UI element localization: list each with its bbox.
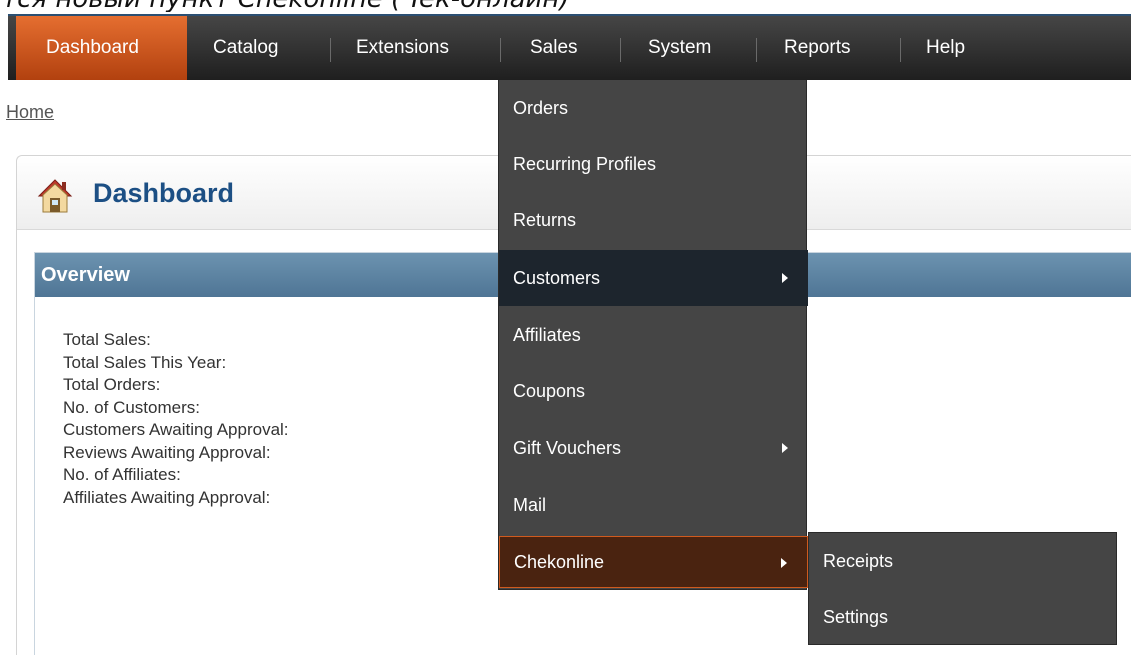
breadcrumb-home[interactable]: Home [6, 102, 54, 123]
stat-label: No. of Customers: [63, 397, 200, 417]
menu-item-label: Gift Vouchers [513, 438, 622, 458]
menu-item-label: Returns [513, 210, 577, 230]
menu-item-recurring-profiles[interactable]: Recurring Profiles [499, 136, 808, 192]
menu-item-label: Coupons [513, 381, 586, 401]
stat-label: Customers Awaiting Approval: [63, 420, 289, 439]
chekonline-submenu: Receipts Settings [808, 532, 1117, 645]
sales-dropdown-menu: Orders Recurring Profiles Returns Custom… [498, 80, 808, 590]
submenu-item-settings[interactable]: Settings [809, 589, 1118, 645]
nav-extensions[interactable]: Extensions [356, 16, 449, 80]
menu-item-label: Chekonline [514, 552, 605, 572]
menu-item-gift-vouchers[interactable]: Gift Vouchers [499, 420, 808, 476]
nav-sales[interactable]: Sales [530, 16, 578, 80]
nav-catalog[interactable]: Catalog [213, 16, 279, 80]
chevron-right-icon [782, 443, 788, 453]
page-title: Dashboard [93, 178, 235, 208]
nav-divider [330, 38, 331, 62]
menu-item-label: Customers [513, 268, 601, 288]
nav-divider [756, 38, 757, 62]
menu-item-label: Mail [513, 495, 547, 515]
document-caption: тся новый пункт Chekonline (Чек-онлайн) [0, 0, 1131, 12]
menu-item-returns[interactable]: Returns [499, 192, 808, 248]
nav-divider [620, 38, 621, 62]
menu-item-chekonline[interactable]: Chekonline [499, 536, 808, 588]
menu-item-label: Recurring Profiles [513, 154, 657, 174]
menu-item-label: Orders [513, 98, 569, 118]
stat-label: Reviews Awaiting Approval: [63, 442, 271, 462]
overview-title: Overview [41, 264, 130, 286]
menu-item-customers[interactable]: Customers [499, 250, 808, 306]
menu-item-coupons[interactable]: Coupons [499, 363, 808, 419]
chevron-right-icon [781, 558, 787, 568]
submenu-item-receipts[interactable]: Receipts [809, 533, 1118, 589]
overview-stats-list: Total Sales: Total Sales This Year: Tota… [63, 329, 289, 509]
stat-label: Total Sales: [63, 330, 151, 349]
menu-item-orders[interactable]: Orders [499, 80, 808, 136]
stat-label: Affiliates Awaiting Approval: [63, 487, 271, 507]
nav-system[interactable]: System [648, 16, 711, 80]
stat-label: No. of Affiliates: [63, 465, 181, 484]
stat-label: Total Orders: [63, 375, 161, 394]
nav-divider [500, 38, 501, 62]
nav-reports[interactable]: Reports [784, 16, 851, 80]
menu-item-affiliates[interactable]: Affiliates [499, 307, 808, 363]
stat-label: Total Sales This Year: [63, 352, 227, 372]
main-nav: Dashboard Catalog Extensions Sales Syste… [8, 14, 1131, 80]
nav-help[interactable]: Help [926, 16, 965, 80]
nav-divider [900, 38, 901, 62]
home-icon [37, 179, 73, 213]
menu-item-mail[interactable]: Mail [499, 477, 808, 533]
menu-item-label: Affiliates [513, 325, 581, 345]
nav-dashboard[interactable]: Dashboard [16, 16, 187, 80]
chevron-right-icon [782, 273, 788, 283]
